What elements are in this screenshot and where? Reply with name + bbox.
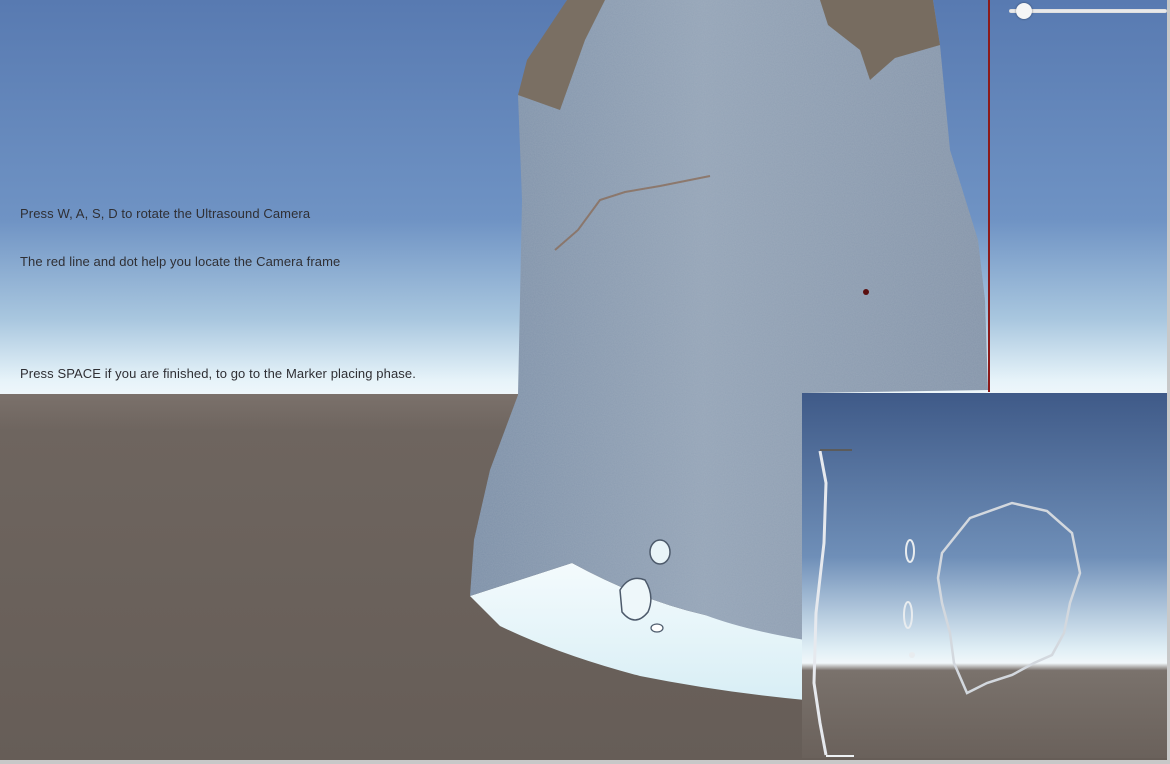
slider-thumb[interactable] xyxy=(1016,3,1033,19)
instruction-finish: Press SPACE if you are finished, to go t… xyxy=(20,366,416,381)
rotation-slider[interactable] xyxy=(1009,3,1167,19)
window-border-bottom xyxy=(0,760,1170,764)
ultrasound-camera-view xyxy=(802,393,1167,758)
ultrasound-slice xyxy=(802,393,1167,758)
instruction-locate: The red line and dot help you locate the… xyxy=(20,254,341,269)
instruction-rotate: Press W, A, S, D to rotate the Ultrasoun… xyxy=(20,206,311,221)
camera-frame-dot xyxy=(863,289,869,295)
slider-track[interactable] xyxy=(1009,9,1167,13)
game-viewport[interactable]: Press W, A, S, D to rotate the Ultrasoun… xyxy=(0,0,1170,764)
